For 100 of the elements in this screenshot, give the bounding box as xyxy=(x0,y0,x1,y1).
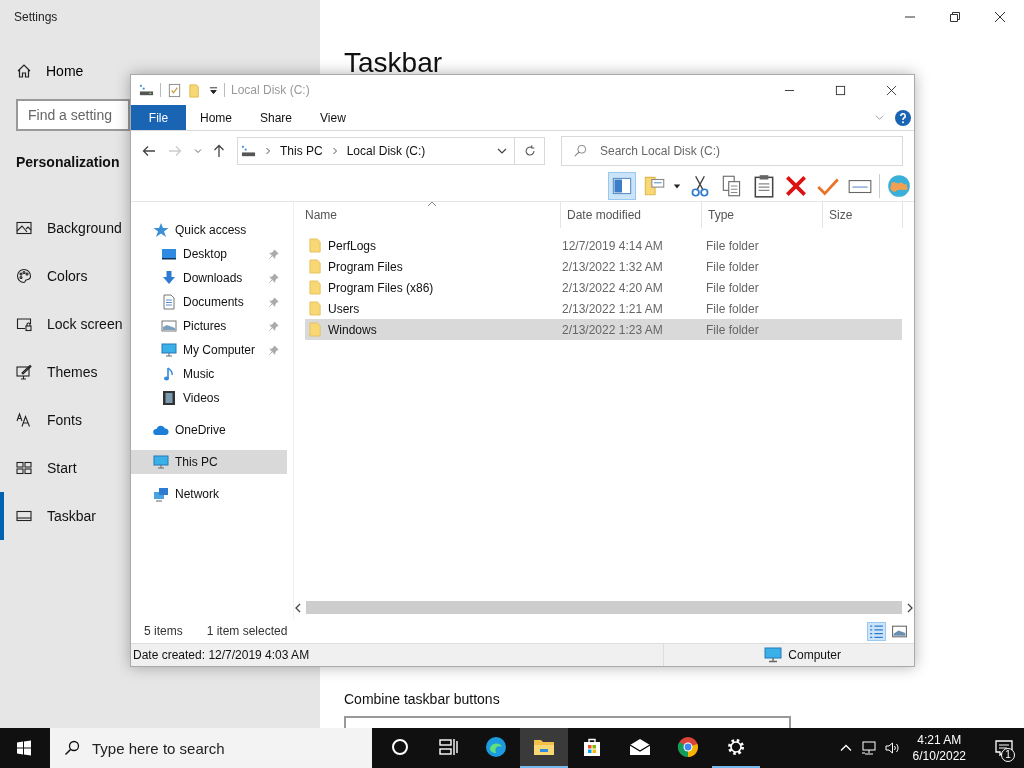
nav-item[interactable]: Pictures xyxy=(131,314,293,338)
download-icon xyxy=(161,270,177,286)
file-name: Program Files xyxy=(328,259,403,274)
start-button[interactable] xyxy=(16,740,32,756)
file-row[interactable]: Users 2/13/2022 1:21 AM File folder xyxy=(305,298,902,319)
nav-item[interactable]: Documents xyxy=(131,290,293,314)
maximize-icon[interactable] xyxy=(835,84,846,96)
scroll-left-icon[interactable] xyxy=(294,602,302,613)
pin-icon xyxy=(268,272,279,284)
nav-item[interactable]: Colors xyxy=(0,252,94,300)
monitor-icon xyxy=(153,454,169,470)
details-text: Date created: 12/7/2019 4:03 AM xyxy=(133,648,310,662)
ribbon-tab[interactable]: View xyxy=(306,105,360,130)
pin-icon xyxy=(268,320,279,332)
close-icon[interactable] xyxy=(886,84,897,96)
file-row[interactable]: Program Files 2/13/2022 1:32 AM File folder xyxy=(305,256,902,277)
home-icon xyxy=(16,63,32,79)
nav-item[interactable]: Themes xyxy=(0,348,104,396)
file-name: Windows xyxy=(328,322,377,337)
breadcrumb-item[interactable]: This PC xyxy=(280,144,323,158)
nav-item[interactable]: Background xyxy=(0,204,128,252)
taskbar-app[interactable] xyxy=(520,728,568,768)
clock[interactable]: 4:21 AM 6/10/2022 xyxy=(912,732,966,764)
chevron-icon xyxy=(264,146,272,156)
type-cell-text: File folder xyxy=(706,280,760,295)
nav-item[interactable]: Downloads xyxy=(131,266,293,290)
palette-icon xyxy=(16,268,32,284)
drive-icon xyxy=(241,143,256,159)
location-text: Computer xyxy=(788,648,841,662)
nav-item[interactable]: Network xyxy=(131,482,293,506)
desktop-icon xyxy=(161,246,177,262)
pin-icon xyxy=(268,296,279,308)
column-header[interactable]: Type xyxy=(702,202,823,228)
date-cell-text: 2/13/2022 1:32 AM xyxy=(562,259,664,274)
nav-item[interactable]: This PC xyxy=(131,450,287,474)
notification-badge: 1 xyxy=(1001,748,1015,762)
notifications-icon[interactable] xyxy=(994,738,1014,758)
file-name: Users xyxy=(328,301,360,316)
document-icon xyxy=(161,294,177,310)
close-icon[interactable] xyxy=(994,11,1006,23)
preview-pane-icon[interactable] xyxy=(609,173,635,199)
up-icon[interactable] xyxy=(211,143,227,159)
column-header[interactable]: Name xyxy=(299,202,561,228)
nav-item[interactable]: Quick access xyxy=(131,218,293,242)
ribbon-tab[interactable]: Home xyxy=(186,105,246,130)
network-icon[interactable] xyxy=(860,740,877,756)
date-text: 6/10/2022 xyxy=(912,748,966,764)
refresh-icon xyxy=(522,144,537,158)
window-title: Settings xyxy=(13,9,59,26)
page-title: Taskbar xyxy=(344,47,444,79)
search-field[interactable]: Find a setting xyxy=(16,99,130,131)
time-text: 4:21 AM xyxy=(917,732,962,748)
column-header[interactable]: Size xyxy=(823,202,903,228)
horizontal-scrollbar[interactable] xyxy=(294,600,914,615)
home-link[interactable]: Home xyxy=(16,63,84,79)
film-icon xyxy=(161,390,177,406)
monitor-icon xyxy=(161,342,177,358)
wave-icon xyxy=(484,735,508,759)
search-icon xyxy=(64,740,80,756)
nav-item[interactable]: My Computer xyxy=(131,338,293,362)
file-row[interactable]: PerfLogs 12/7/2019 4:14 AM File folder xyxy=(305,235,902,256)
type-cell-text: File folder xyxy=(706,238,760,253)
refresh-button[interactable] xyxy=(515,137,545,165)
file-row[interactable]: Program Files (x86) 2/13/2022 4:20 AM File folder xyxy=(305,277,902,298)
address-bar[interactable]: This PC Local Disk (C:) xyxy=(237,137,515,165)
properties-icon[interactable] xyxy=(167,82,182,98)
back-icon[interactable] xyxy=(141,143,157,159)
file-tab[interactable]: File xyxy=(131,105,186,130)
tiles-icon xyxy=(16,460,32,476)
search-field[interactable]: Type here to search xyxy=(50,728,372,768)
taskbar-icon xyxy=(16,508,32,524)
nav-item[interactable]: Desktop xyxy=(131,242,293,266)
file-name: PerfLogs xyxy=(328,238,377,253)
window-title: Local Disk (C:) xyxy=(231,83,310,97)
scroll-right-icon[interactable] xyxy=(906,602,914,613)
globe-icon[interactable] xyxy=(886,173,912,199)
details-view-icon[interactable] xyxy=(868,622,885,640)
setting-label: Combine taskbar buttons xyxy=(344,691,501,707)
type-cell-text: File folder xyxy=(706,259,760,274)
ribbon-tab[interactable]: Share xyxy=(246,105,307,130)
folder-icon xyxy=(309,280,322,295)
column-header[interactable]: Date modified xyxy=(561,202,702,228)
nav-item[interactable]: Start xyxy=(0,444,83,492)
nav-item[interactable]: Videos xyxy=(131,386,293,410)
nav-item[interactable]: Lock screen xyxy=(0,300,129,348)
nav-item[interactable]: Fonts xyxy=(0,396,88,444)
delete-icon[interactable] xyxy=(783,173,809,199)
folder-icon xyxy=(309,259,322,274)
file-row[interactable]: Windows 2/13/2022 1:23 AM File folder xyxy=(305,319,902,340)
type-cell-text: File folder xyxy=(706,322,760,337)
selection-count: 1 item selected xyxy=(206,624,288,638)
nav-item[interactable]: Music xyxy=(131,362,293,386)
nav-item[interactable]: Taskbar xyxy=(0,492,103,540)
dropdown-icon[interactable] xyxy=(209,85,218,95)
breadcrumb-item[interactable]: Local Disk (C:) xyxy=(346,144,426,158)
pin-icon xyxy=(268,344,279,356)
restore-icon[interactable] xyxy=(949,11,961,23)
help-icon[interactable] xyxy=(895,109,911,126)
volume-icon[interactable] xyxy=(883,740,900,756)
nav-item[interactable]: OneDrive xyxy=(131,418,293,442)
